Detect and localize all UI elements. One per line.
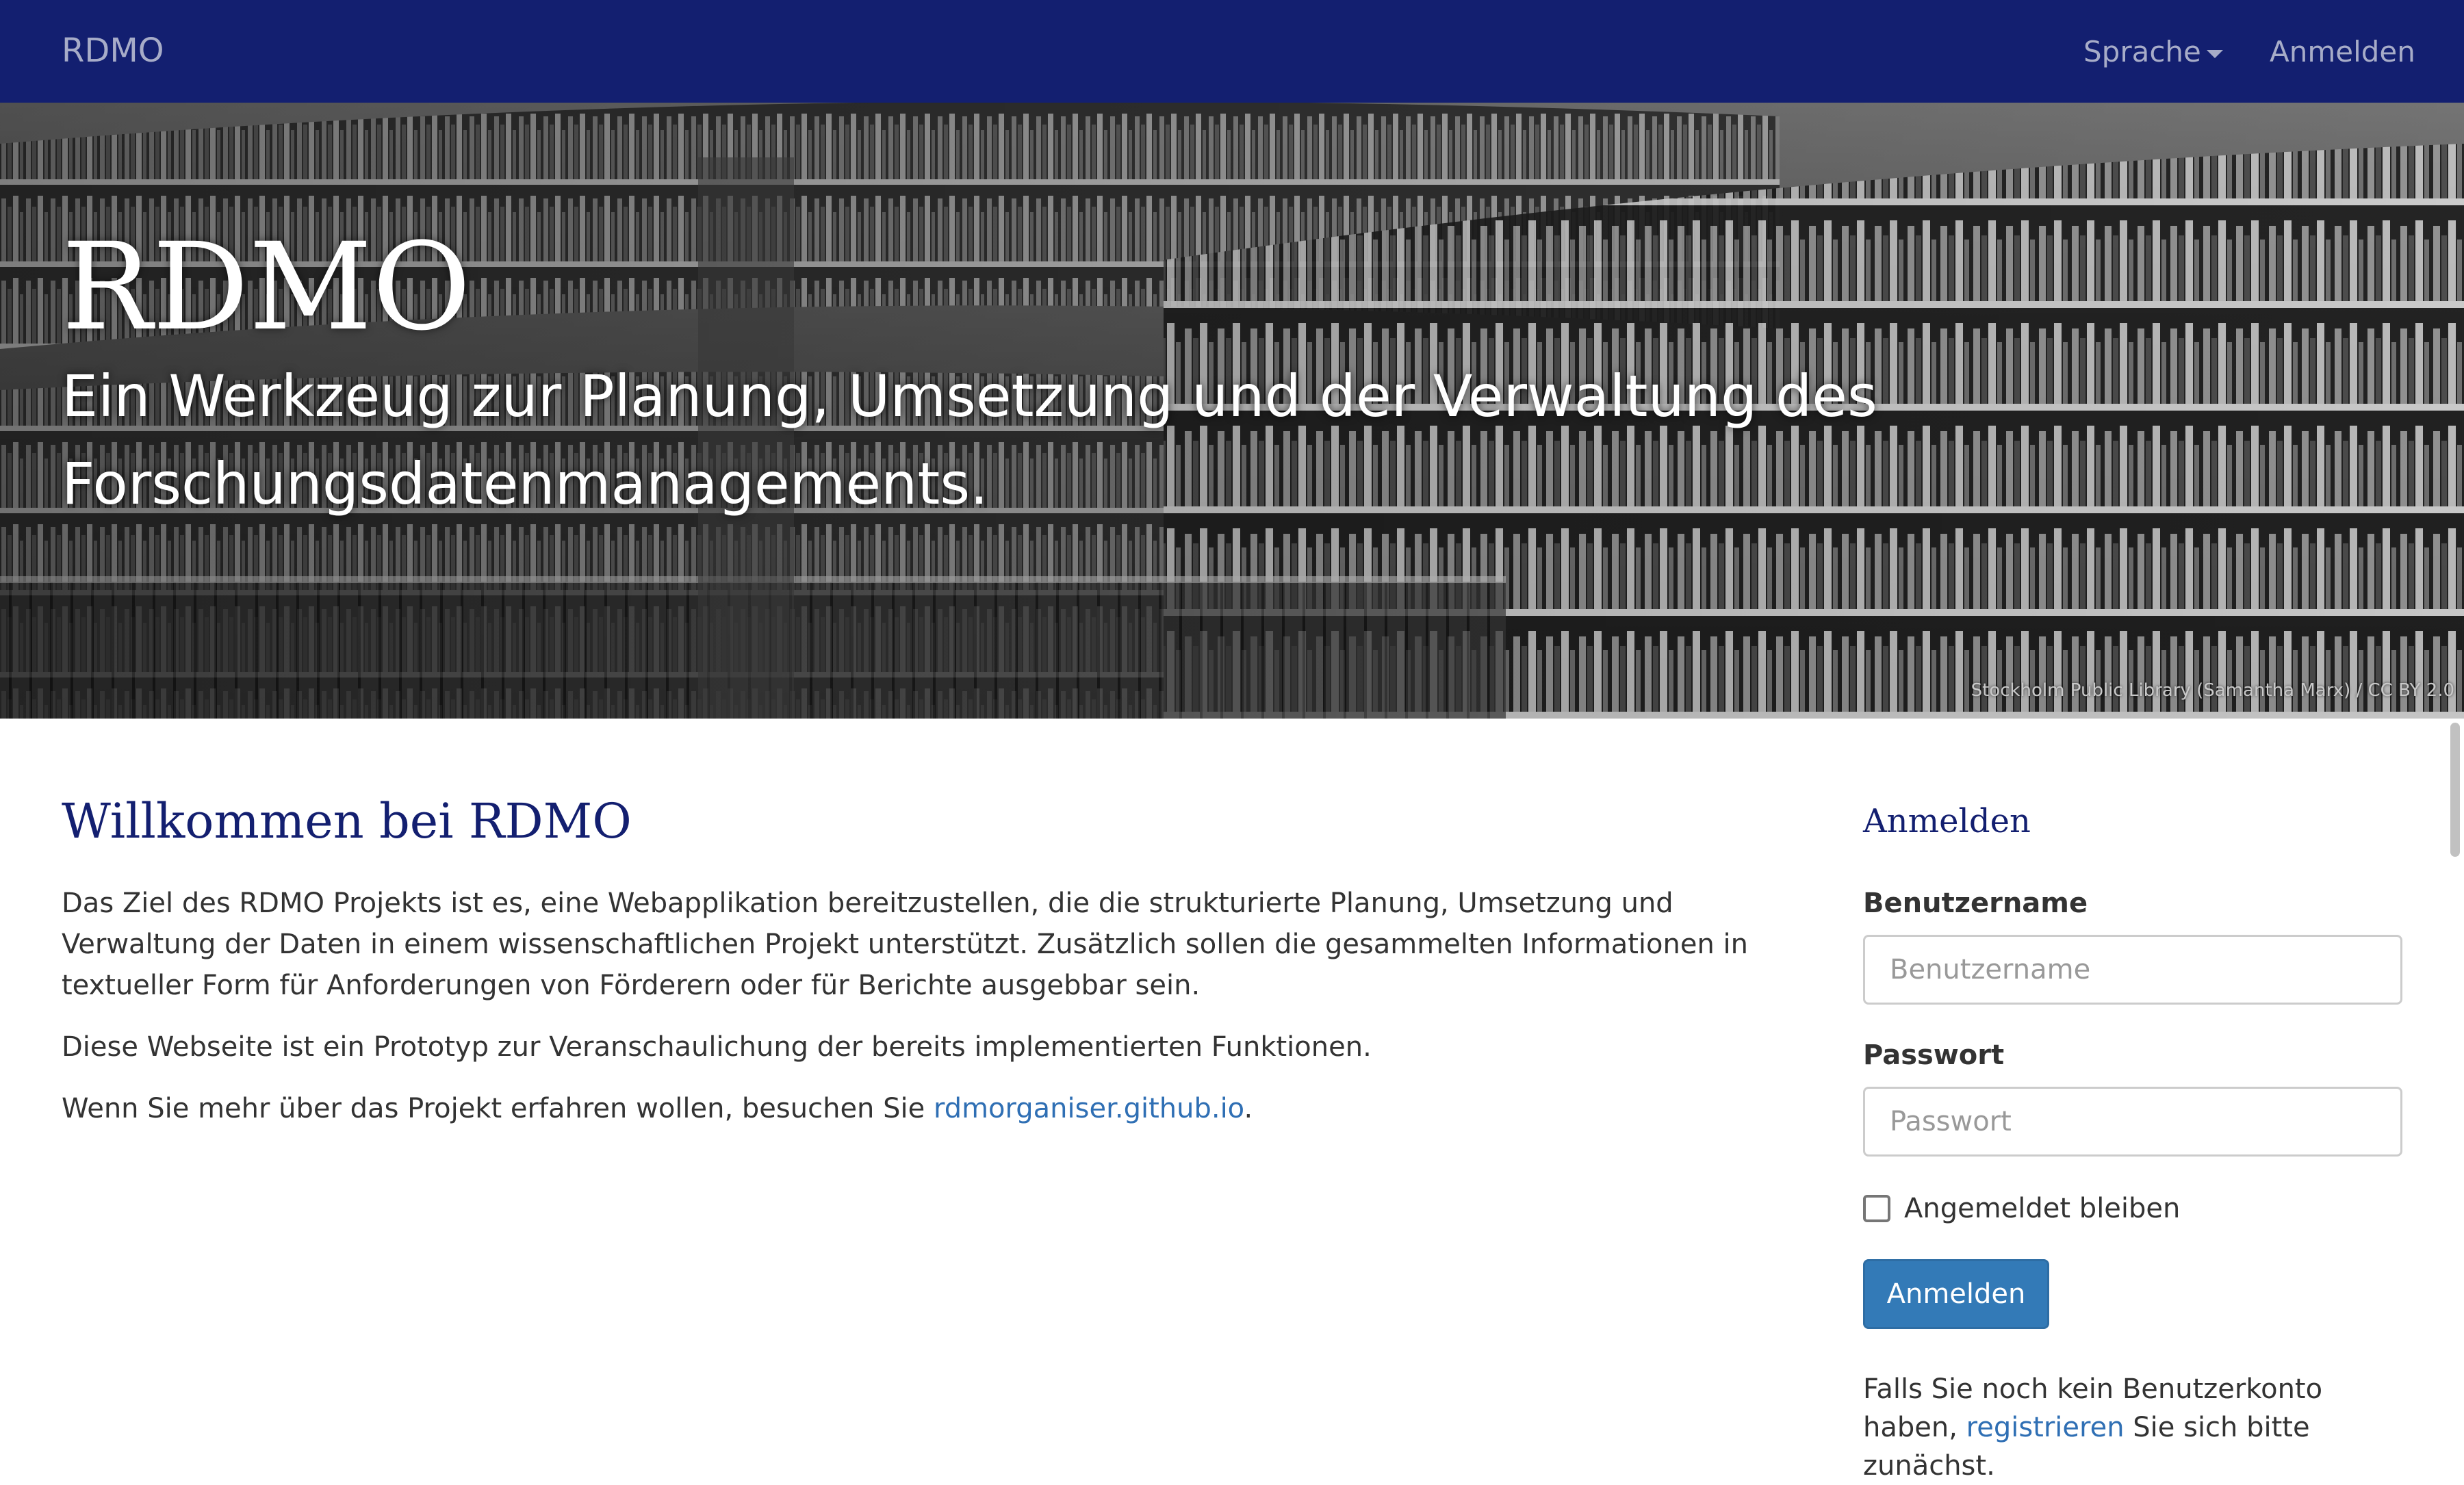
hero-subtitle: Ein Werkzeug zur Planung, Umsetzung und … (62, 363, 1877, 517)
language-dropdown[interactable]: Sprache (2083, 33, 2223, 71)
language-dropdown-label: Sprache (2083, 35, 2201, 68)
page-title: Willkommen bei RDMO (62, 793, 632, 849)
password-label: Passwort (1863, 1040, 2005, 1071)
password-input[interactable] (1863, 1087, 2402, 1157)
project-link-suffix: . (1244, 1093, 1253, 1124)
image-credit: Stockholm Public Library (Samantha Marx)… (1971, 680, 2454, 701)
scrollbar-thumb[interactable] (2450, 723, 2460, 857)
top-navbar: RDMO Sprache Anmelden (0, 0, 2464, 103)
project-website-link[interactable]: rdmorganiser.github.io (934, 1093, 1244, 1124)
brand-link[interactable]: RDMO (62, 30, 164, 71)
caret-down-icon (2206, 49, 2223, 58)
remember-me-label[interactable]: Angemeldet bleiben (1904, 1189, 2180, 1228)
hero-banner: RDMO Ein Werkzeug zur Planung, Umsetzung… (0, 103, 2464, 719)
remember-me-checkbox[interactable] (1863, 1195, 1890, 1222)
login-submit-button[interactable]: Anmelden (1863, 1259, 2049, 1329)
nav-login-link[interactable]: Anmelden (2270, 33, 2415, 71)
project-link-paragraph: Wenn Sie mehr über das Projekt erfahren … (62, 1088, 1814, 1129)
username-input[interactable] (1863, 935, 2402, 1005)
register-link[interactable]: registrieren (1966, 1412, 2125, 1443)
project-link-prefix: Wenn Sie mehr über das Projekt erfahren … (62, 1093, 934, 1124)
prototype-paragraph: Diese Webseite ist ein Prototyp zur Vera… (62, 1031, 1372, 1063)
signup-hint: Falls Sie noch kein Benutzerkonto haben,… (1863, 1370, 2424, 1485)
hero-title: RDMO (62, 217, 472, 357)
intro-paragraph: Das Ziel des RDMO Projekts ist es, eine … (62, 888, 1749, 1001)
login-heading: Anmelden (1863, 802, 2031, 840)
username-label: Benutzername (1863, 888, 2088, 919)
remember-me-row: Angemeldet bleiben (1863, 1188, 2180, 1229)
